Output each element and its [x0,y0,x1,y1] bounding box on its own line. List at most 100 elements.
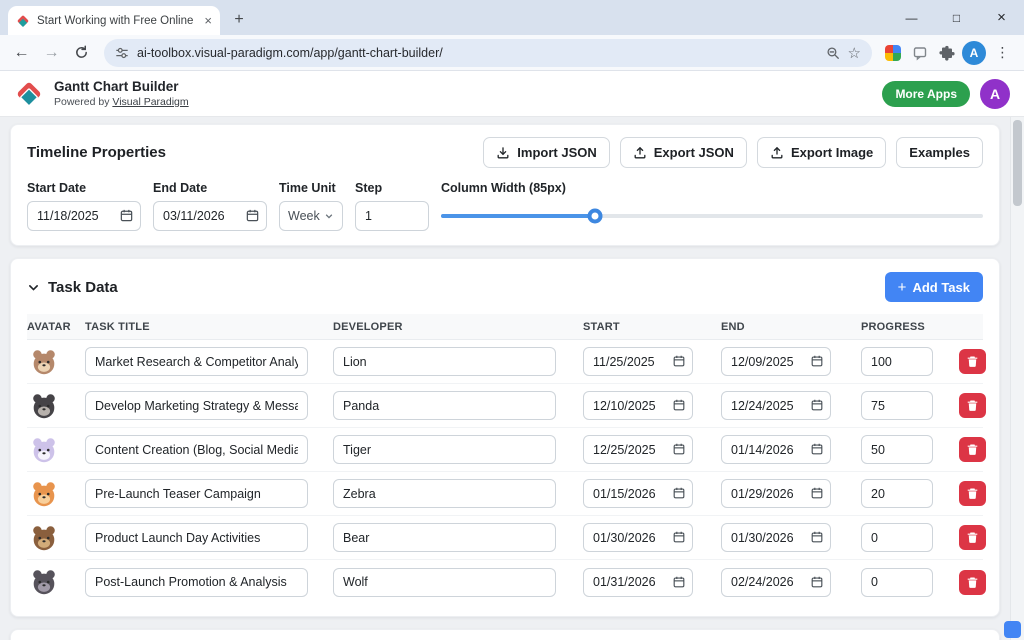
trash-icon [966,443,979,456]
table-row [27,516,983,560]
reload-icon[interactable] [68,39,95,66]
delete-task-button[interactable] [959,393,986,418]
progress-input[interactable] [861,435,933,464]
floating-action-button[interactable] [1004,621,1021,638]
trash-icon [966,487,979,500]
progress-input[interactable] [861,347,933,376]
examples-button[interactable]: Examples [896,137,983,168]
table-row [27,384,983,428]
back-icon[interactable]: ← [8,39,35,66]
delete-task-button[interactable] [959,481,986,506]
address-bar[interactable]: ai-toolbox.visual-paradigm.com/app/gantt… [104,39,872,67]
window-minimize-icon[interactable]: — [889,11,934,25]
delete-task-button[interactable] [959,349,986,374]
task-title-input[interactable] [85,391,308,420]
app-header: Gantt Chart Builder Powered by Visual Pa… [0,71,1024,117]
progress-input[interactable] [861,523,933,552]
window-maximize-icon[interactable]: □ [934,11,979,25]
import-json-button[interactable]: Import JSON [483,137,609,168]
calendar-icon [245,208,260,223]
forward-icon[interactable]: → [38,39,65,66]
calendar-icon [672,398,686,412]
browser-profile-avatar[interactable]: A [962,41,986,65]
trash-icon [966,531,979,544]
export-image-button[interactable]: Export Image [757,137,886,168]
col-task-title: TASK TITLE [85,321,333,333]
trash-icon [966,399,979,412]
calendar-icon [672,575,686,589]
calendar-icon [672,530,686,544]
extension-chat-icon[interactable] [908,41,932,65]
developer-input[interactable] [333,435,556,464]
step-label: Step [355,181,429,195]
developer-input[interactable] [333,391,556,420]
plus-icon: + [898,279,907,296]
developer-input[interactable] [333,568,556,597]
tab-title: Start Working with Free Online [37,15,197,27]
column-width-label: Column Width (85px) [441,181,983,195]
avatar [29,435,59,465]
upload-icon [770,146,784,160]
user-avatar[interactable]: A [980,79,1010,109]
column-width-slider[interactable] [441,214,983,218]
app-title: Gantt Chart Builder [54,79,189,95]
trash-icon [966,355,979,368]
timeline-properties-title: Timeline Properties [27,144,166,161]
delete-task-button[interactable] [959,525,986,550]
task-data-card: Task Data + Add Task AVATAR TASK TITLE D… [10,258,1000,617]
developer-input[interactable] [333,523,556,552]
calendar-icon [810,398,824,412]
extension-colored-icon[interactable] [881,41,905,65]
task-title-input[interactable] [85,347,308,376]
end-date-label: End Date [153,181,267,195]
chevron-down-icon [324,211,334,221]
calendar-icon [672,486,686,500]
export-json-button[interactable]: Export JSON [620,137,747,168]
scrollbar-thumb[interactable] [1013,120,1022,206]
avatar [29,391,59,421]
window-close-icon[interactable]: × [979,9,1024,26]
url-text[interactable]: ai-toolbox.visual-paradigm.com/app/gantt… [137,46,818,60]
collapse-chevron-icon[interactable] [27,281,40,294]
calendar-icon [810,486,824,500]
browser-tab[interactable]: Start Working with Free Online × [8,6,220,35]
page-content: Timeline Properties Import JSON Export J… [0,117,1024,640]
start-date-field: Start Date [27,181,141,231]
avatar [29,567,59,597]
site-settings-icon[interactable] [115,46,129,60]
bookmark-star-icon[interactable]: ☆ [848,44,861,62]
new-tab-button[interactable]: + [226,7,252,33]
task-title-input[interactable] [85,523,308,552]
developer-input[interactable] [333,347,556,376]
table-row [27,560,983,604]
col-developer: DEVELOPER [333,321,583,333]
slider-fill [441,214,595,218]
developer-input[interactable] [333,479,556,508]
tab-close-icon[interactable]: × [204,13,212,28]
page-scrollbar[interactable] [1010,117,1024,640]
step-input[interactable] [355,201,429,231]
add-task-button[interactable]: + Add Task [885,272,983,302]
progress-input[interactable] [861,568,933,597]
task-title-input[interactable] [85,568,308,597]
table-row [27,428,983,472]
task-title-input[interactable] [85,479,308,508]
visual-paradigm-link[interactable]: Visual Paradigm [112,96,188,108]
more-apps-button[interactable]: More Apps [882,81,970,107]
progress-input[interactable] [861,391,933,420]
calendar-icon [119,208,134,223]
calendar-icon [810,575,824,589]
time-unit-select[interactable]: Week [279,201,343,231]
slider-thumb[interactable] [588,209,603,224]
calendar-icon [810,442,824,456]
task-title-input[interactable] [85,435,308,464]
browser-menu-icon[interactable]: ⋮ [989,39,1016,66]
zoom-icon[interactable] [826,46,840,60]
progress-input[interactable] [861,479,933,508]
delete-task-button[interactable] [959,570,986,595]
app-logo-icon [14,79,44,109]
extensions-puzzle-icon[interactable] [935,41,959,65]
end-date-field: End Date [153,181,267,231]
delete-task-button[interactable] [959,437,986,462]
timeline-buttons: Import JSON Export JSON Export Image Exa… [483,137,983,168]
